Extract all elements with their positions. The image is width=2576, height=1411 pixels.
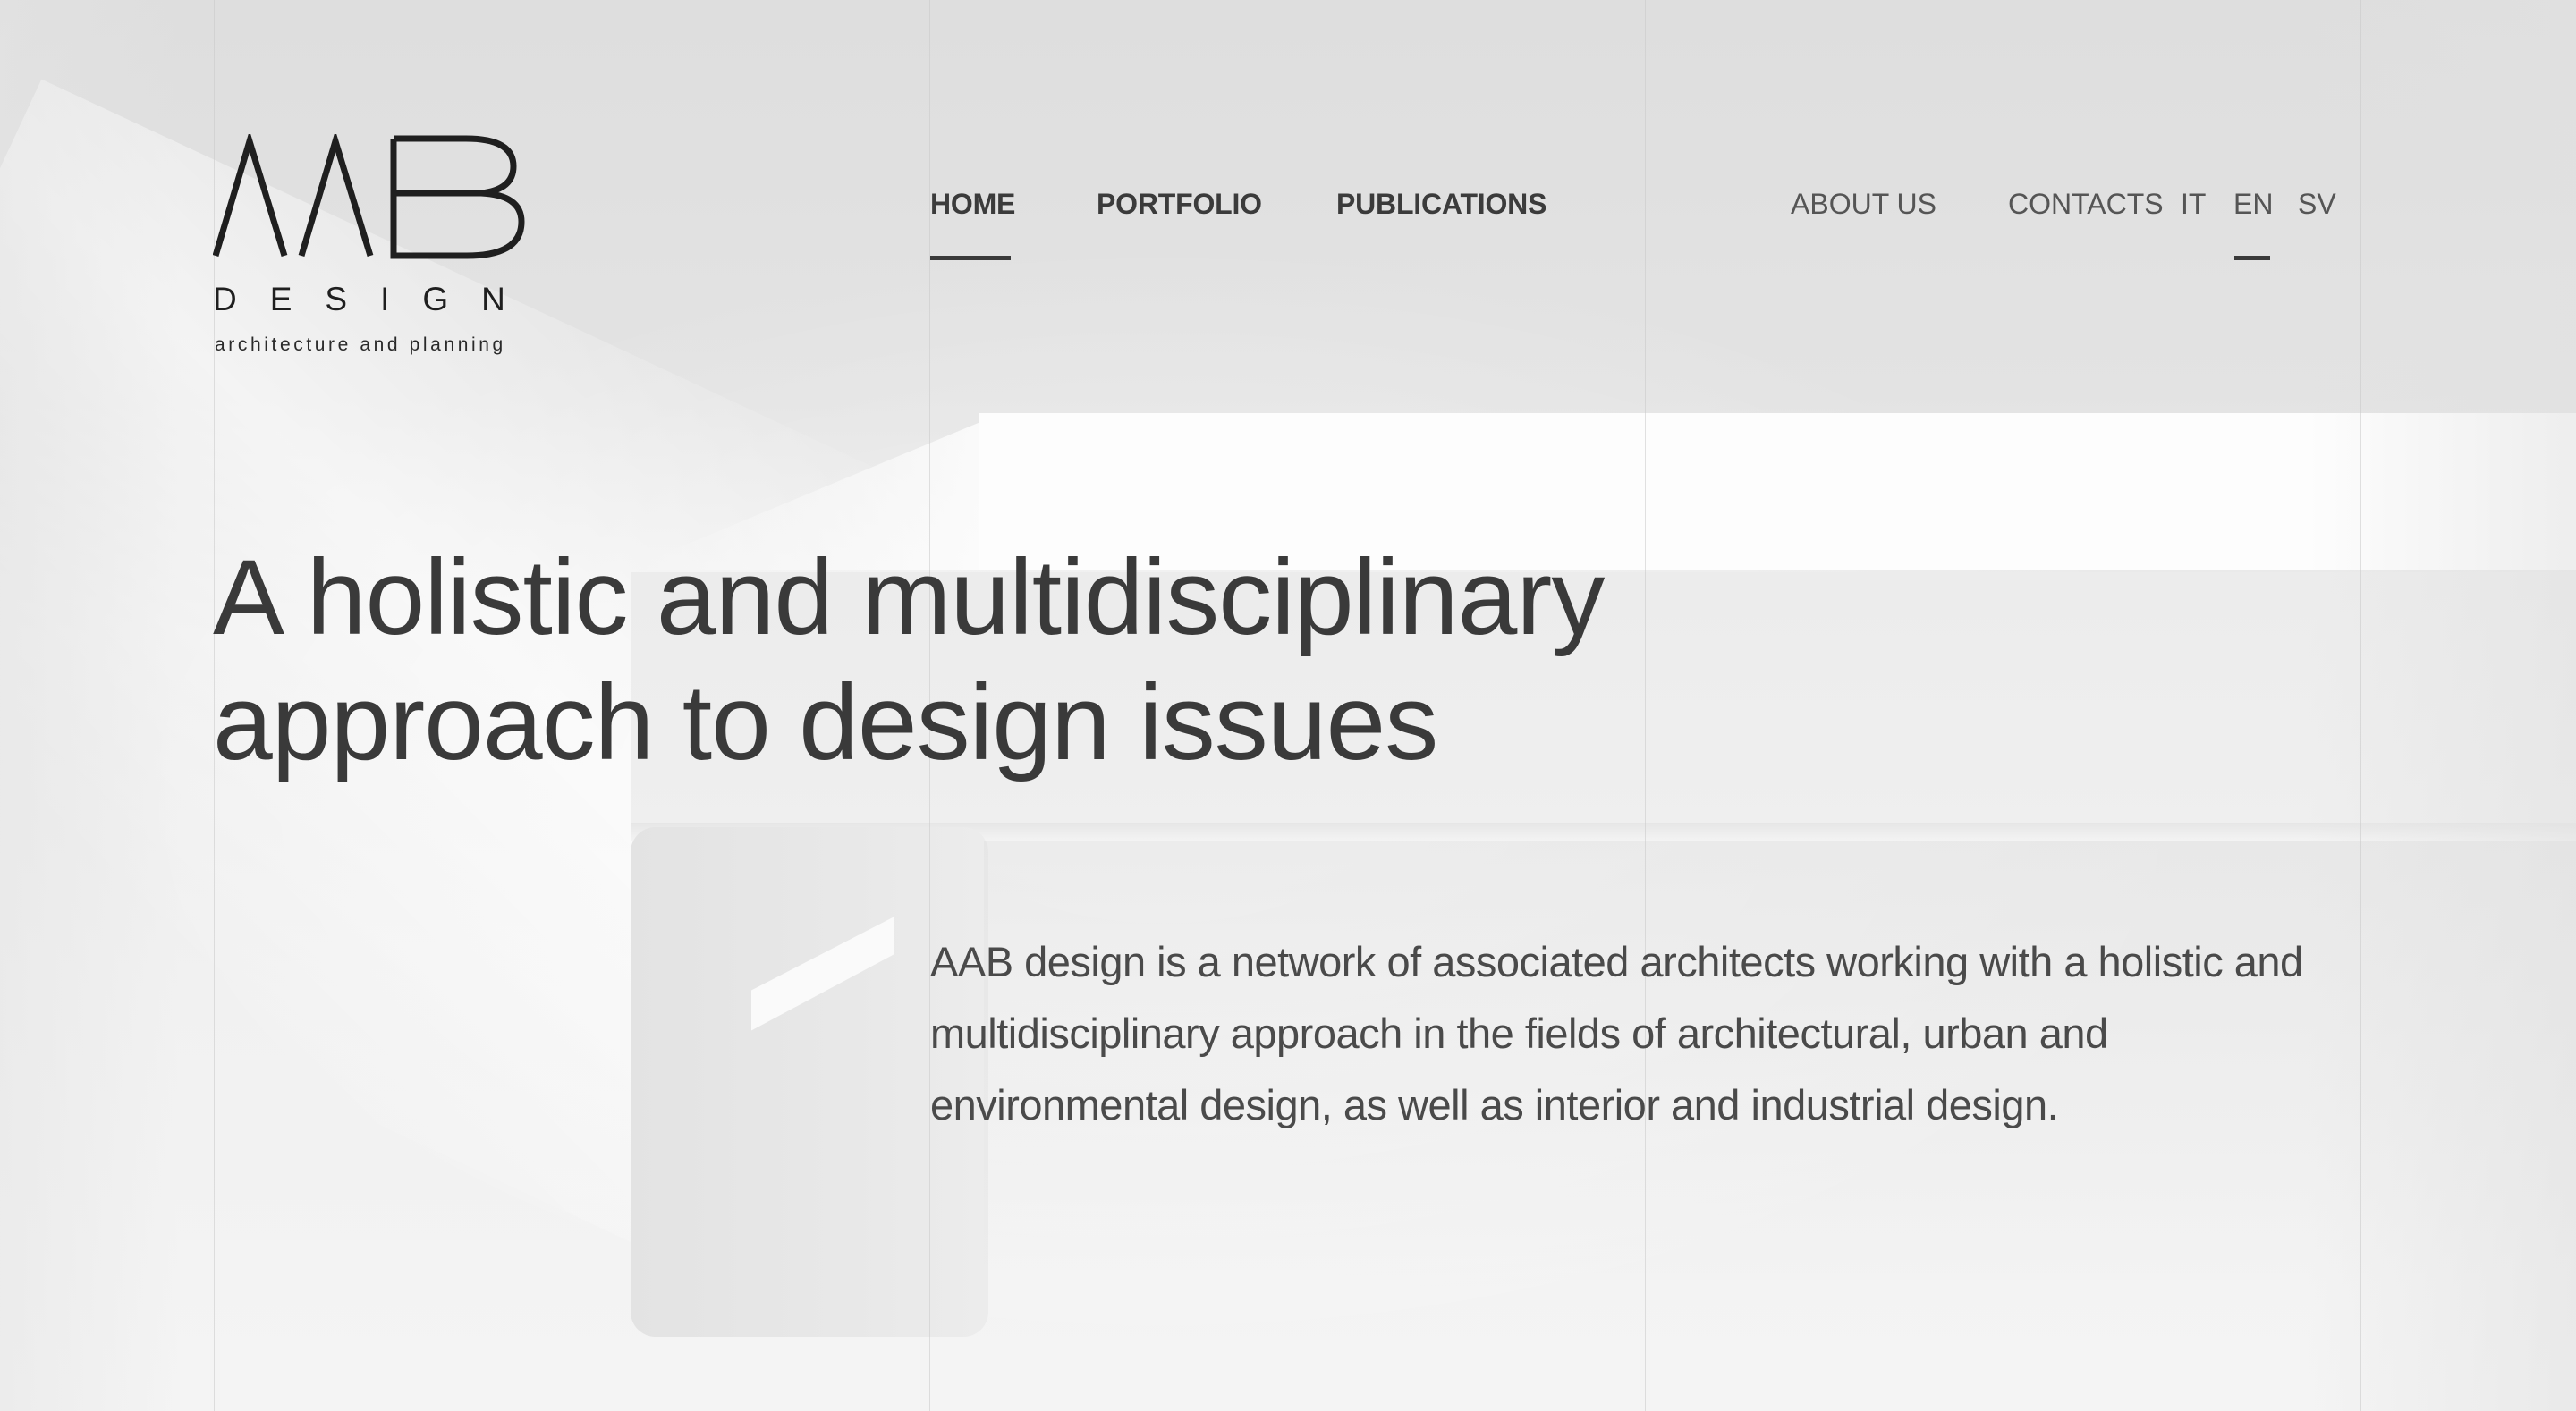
nav-portfolio[interactable]: PORTFOLIO: [1097, 188, 1262, 221]
hero-headline-line-2: approach to design issues: [213, 663, 1438, 782]
aab-logo-mark: [213, 134, 525, 259]
language-en-active-underline: [2234, 256, 2270, 260]
nav-home-active-underline: [930, 256, 1011, 260]
hero-headline-line-1: A holistic and multidisciplinary: [213, 537, 1605, 657]
language-sv[interactable]: SV: [2298, 188, 2336, 221]
logo-wordmark: DESIGN: [213, 281, 538, 317]
language-it[interactable]: IT: [2181, 188, 2206, 221]
grid-guide-line: [2360, 0, 2361, 1411]
background-vignette-right: [2308, 0, 2576, 1411]
nav-contacts[interactable]: CONTACTS: [2008, 188, 2164, 221]
page: DESIGN architecture and planning HOME PO…: [0, 0, 2576, 1411]
nav-publications[interactable]: PUBLICATIONS: [1336, 188, 1546, 221]
logo-tagline: architecture and planning: [215, 334, 506, 355]
nav-about-us[interactable]: ABOUT US: [1791, 188, 1936, 221]
nav-home[interactable]: HOME: [930, 188, 1015, 221]
background-vignette-left: [0, 0, 179, 1411]
hero-intro-paragraph: AAB design is a network of associated ar…: [930, 938, 2303, 1128]
language-en[interactable]: EN: [2233, 188, 2273, 221]
logo-link[interactable]: DESIGN architecture and planning: [213, 134, 553, 367]
hero-headline: A holistic and multidisciplinary approac…: [213, 535, 1823, 785]
